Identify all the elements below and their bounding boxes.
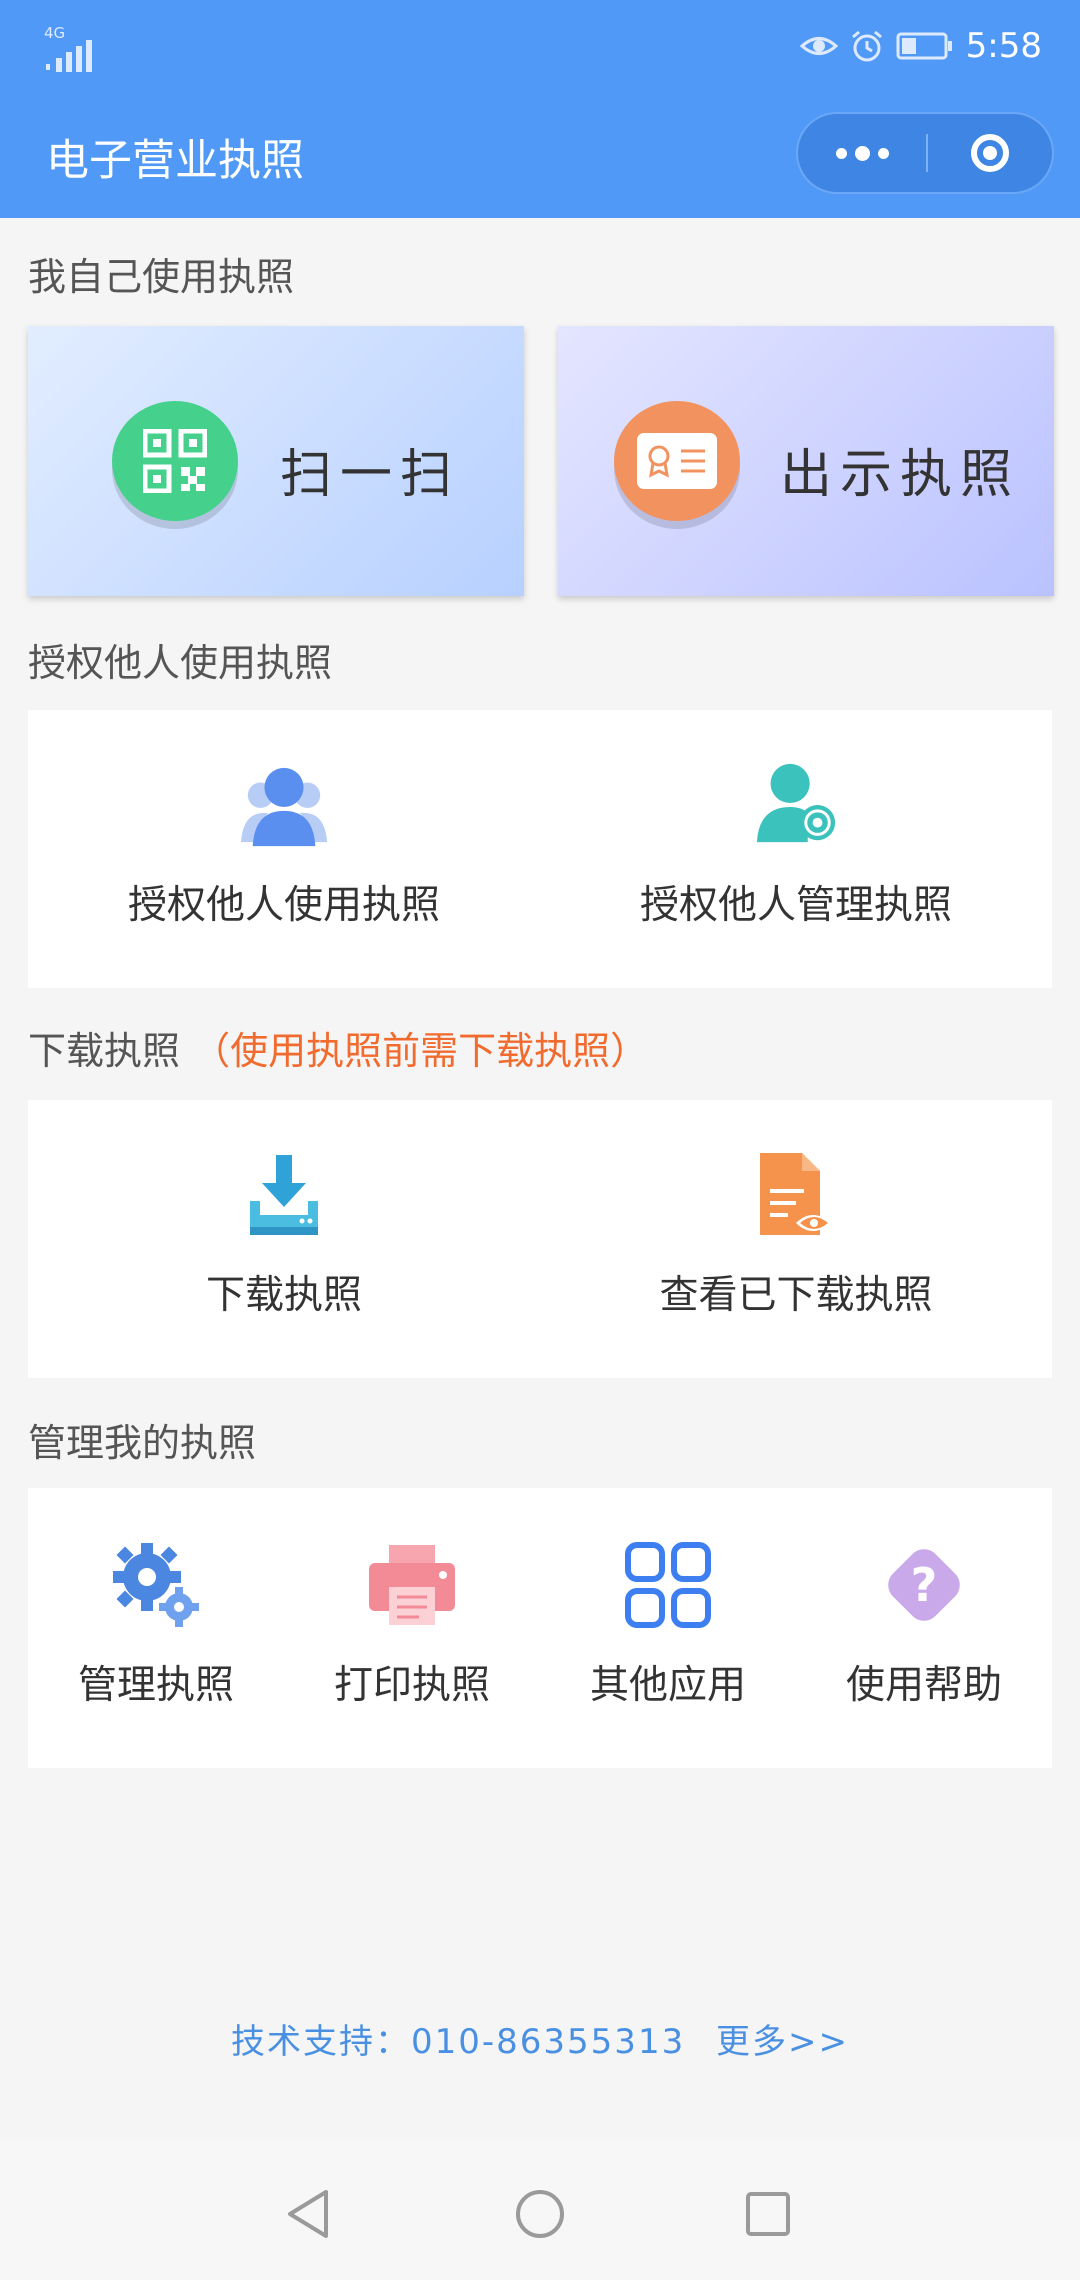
download-license-item[interactable]: 下载执照 bbox=[28, 1100, 540, 1378]
download-title-text: 下载执照 bbox=[28, 1029, 181, 1073]
users-icon bbox=[239, 760, 329, 850]
license-card-icon bbox=[614, 401, 740, 521]
close-button[interactable] bbox=[928, 114, 1052, 192]
download-license-label: 下载执照 bbox=[205, 1273, 362, 1318]
authorize-manage-label: 授权他人管理执照 bbox=[639, 883, 952, 928]
page-title: 电子营业执照 bbox=[46, 136, 304, 186]
signal-icon bbox=[46, 40, 92, 72]
section-title-manage: 管理我的执照 bbox=[28, 1421, 257, 1465]
app-header: 4G 5:58 电子营业执照 bbox=[0, 0, 1080, 218]
recent-apps-icon[interactable] bbox=[744, 2190, 792, 2238]
battery-icon bbox=[896, 32, 952, 60]
section-title-download: 下载执照 （使用执照前需下载执照） bbox=[28, 1020, 648, 1075]
apps-grid-icon bbox=[623, 1540, 713, 1630]
printer-icon bbox=[367, 1540, 457, 1630]
tech-support-text: 技术支持：010-86355313 bbox=[230, 2022, 686, 2062]
manage-panel: 管理执照 打印执照 其他应用 ? 使用帮助 bbox=[28, 1488, 1052, 1768]
more-link[interactable]: 更多>> bbox=[716, 2022, 849, 2062]
authorize-manage-item[interactable]: 授权他人管理执照 bbox=[540, 710, 1052, 988]
system-nav-bar bbox=[0, 2140, 1080, 2280]
help-label: 使用帮助 bbox=[845, 1663, 1002, 1708]
more-dot-icon bbox=[877, 147, 889, 159]
manage-license-item[interactable]: 管理执照 bbox=[28, 1488, 284, 1768]
section-title-self-use: 我自己使用执照 bbox=[28, 255, 295, 299]
document-view-icon bbox=[751, 1150, 841, 1240]
more-button[interactable] bbox=[798, 114, 926, 192]
status-icons: 5:58 bbox=[799, 24, 1042, 68]
print-license-label: 打印执照 bbox=[333, 1663, 490, 1708]
view-downloaded-label: 查看已下载执照 bbox=[659, 1273, 933, 1318]
status-time: 5:58 bbox=[965, 26, 1042, 66]
authorize-use-label: 授权他人使用执照 bbox=[127, 883, 440, 928]
back-icon[interactable] bbox=[284, 2188, 332, 2240]
scan-label: 扫一扫 bbox=[280, 445, 461, 505]
help-item[interactable]: ? 使用帮助 bbox=[796, 1488, 1052, 1768]
tech-support-footer: 技术支持：010-86355313 更多>> bbox=[0, 2014, 1080, 2063]
more-dot-icon bbox=[854, 145, 870, 161]
manage-license-label: 管理执照 bbox=[77, 1663, 234, 1708]
home-icon[interactable] bbox=[514, 2188, 566, 2240]
qr-code-icon bbox=[112, 401, 238, 521]
help-icon: ? bbox=[879, 1540, 969, 1630]
other-apps-item[interactable]: 其他应用 bbox=[540, 1488, 796, 1768]
eye-icon bbox=[799, 37, 838, 55]
user-gear-icon bbox=[751, 760, 841, 850]
alarm-icon bbox=[851, 30, 882, 62]
print-license-item[interactable]: 打印执照 bbox=[284, 1488, 540, 1768]
other-apps-label: 其他应用 bbox=[589, 1663, 746, 1708]
download-panel: 下载执照 查看已下载执照 bbox=[28, 1100, 1052, 1378]
svg-text:?: ? bbox=[911, 1558, 938, 1612]
authorize-panel: 授权他人使用执照 授权他人管理执照 bbox=[28, 710, 1052, 988]
view-downloaded-item[interactable]: 查看已下载执照 bbox=[540, 1100, 1052, 1378]
gears-icon bbox=[111, 1540, 201, 1630]
section-title-authorize: 授权他人使用执照 bbox=[28, 641, 333, 685]
scan-card[interactable]: 扫一扫 bbox=[28, 326, 524, 596]
target-icon bbox=[971, 134, 1009, 172]
more-dot-icon bbox=[835, 147, 847, 159]
show-license-card[interactable]: 出示执照 bbox=[558, 326, 1054, 596]
mini-program-capsule bbox=[796, 112, 1054, 194]
authorize-use-item[interactable]: 授权他人使用执照 bbox=[28, 710, 540, 988]
download-icon bbox=[239, 1150, 329, 1240]
show-license-label: 出示执照 bbox=[780, 445, 1021, 505]
download-note: （使用执照前需下载执照） bbox=[192, 1029, 649, 1073]
